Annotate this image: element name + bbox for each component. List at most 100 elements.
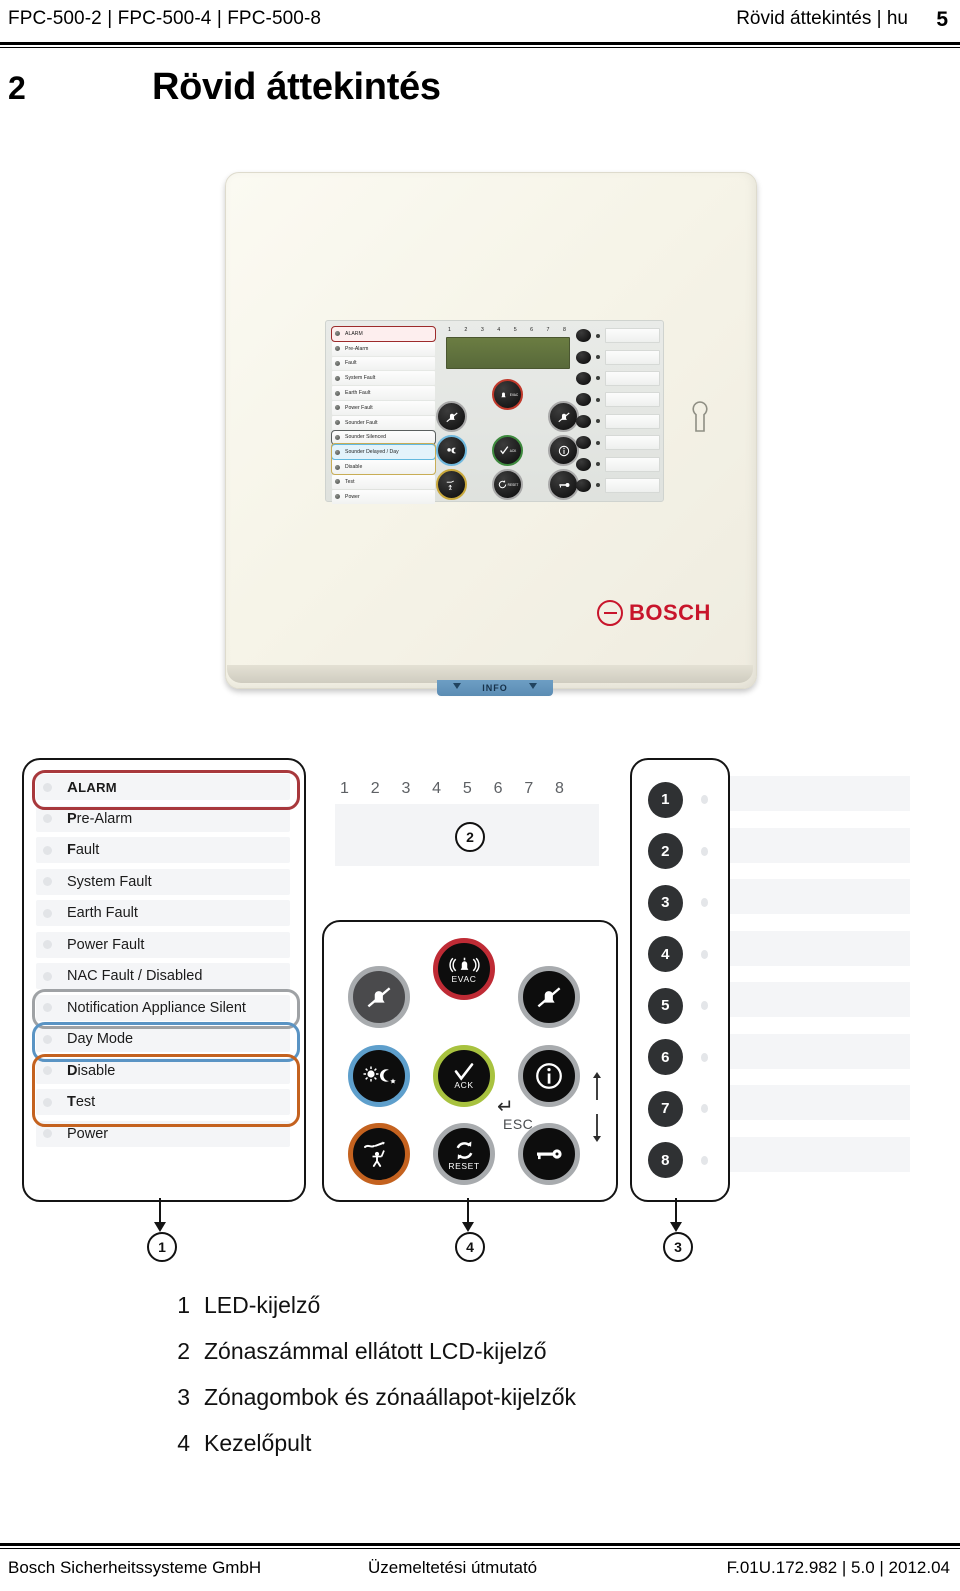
legend-number: 1 [177, 1291, 190, 1318]
photo-zone-row [576, 475, 660, 496]
photo-led-row: Sounder Silenced [331, 429, 436, 446]
photo-led-label: Sounder Silenced [345, 434, 387, 441]
photo-zone-row [576, 411, 660, 432]
callout-marker-3: 3 [663, 1232, 693, 1262]
photo-key-sounder-off [436, 401, 467, 432]
photo-key-day-night [436, 435, 467, 466]
header-product-models: FPC-500-2 | FPC-500-4 | FPC-500-8 [8, 8, 322, 29]
zone-button-6[interactable]: 6 [648, 1039, 683, 1076]
product-photo: ALARM Pre-Alarm Fault System Fault Earth… [205, 168, 765, 713]
photo-zone-row [576, 432, 660, 453]
footer-rule-thick [0, 1543, 960, 1546]
led-label: Earth Fault [67, 905, 138, 921]
check-icon [499, 446, 509, 455]
key-walk-test[interactable] [348, 1123, 410, 1185]
lcd-zone-number: 2 [370, 780, 380, 797]
legend-row: 3 Zónagombok és zónaállapot-kijelzők [0, 1374, 960, 1420]
led-label: Notification Appliance Silent [67, 999, 246, 1016]
photo-key-evac: EVAC [492, 379, 523, 410]
photo-led-row: Fault [332, 356, 435, 371]
led-row-fault: Fault [36, 837, 290, 863]
chapter-number: 2 [8, 70, 26, 106]
led-indicator-icon [43, 1003, 52, 1012]
lcd-zone-number: 1 [340, 780, 349, 797]
led-indicator-icon [43, 1034, 52, 1044]
key-day-night-mode[interactable] [348, 1045, 410, 1107]
zone-button-3[interactable]: 3 [648, 884, 683, 921]
key-caption: EVAC [451, 974, 477, 984]
photo-led-label: Pre-Alarm [345, 345, 369, 352]
test-person-icon [446, 480, 454, 490]
photo-key-caption: ACK [509, 448, 517, 453]
key-mute[interactable] [518, 966, 580, 1028]
photo-zone-label-strip [605, 349, 660, 365]
key-sounder-off[interactable] [348, 966, 410, 1028]
key-ack[interactable]: ACK [433, 1045, 495, 1107]
photo-zone-led-icon [596, 440, 600, 445]
photo-led-label: ALARM [345, 330, 363, 337]
day-night-icon [446, 447, 456, 454]
led-label: ALARM [67, 778, 117, 796]
led-indicator-icon [335, 331, 340, 337]
mute-icon [557, 411, 570, 422]
photo-zone-number: 3 [480, 327, 484, 333]
led-indicator-icon [43, 971, 52, 981]
led-row-notification-appliance-silent: Notification Appliance Silent [36, 994, 290, 1021]
lcd-zone-number-row: 1 2 3 4 5 6 7 8 [340, 780, 564, 798]
key-reset[interactable]: RESET [433, 1123, 495, 1185]
info-icon [558, 445, 569, 456]
led-indicator-icon [335, 494, 340, 500]
info-button-strip: INFO [437, 680, 553, 696]
zone-row: 6 [648, 1032, 708, 1084]
photo-zone-label-strip [605, 328, 660, 344]
photo-zone-button [576, 414, 591, 428]
photo-zone-led-icon [596, 333, 600, 338]
photo-zone-button [576, 371, 591, 385]
photo-zone-led-icon [596, 462, 600, 467]
zone-button-7[interactable]: 7 [648, 1090, 683, 1127]
led-label: System Fault [67, 873, 152, 890]
led-indicator-icon [43, 814, 52, 823]
zone-button-8[interactable]: 8 [648, 1142, 683, 1179]
zone-button-2[interactable]: 2 [648, 833, 683, 870]
zone-row: 4 [648, 929, 708, 981]
zone-button-5[interactable]: 5 [648, 987, 683, 1024]
photo-zone-label-strip [605, 456, 660, 472]
keyhole-icon [692, 401, 708, 432]
photo-zone-button [576, 350, 591, 364]
zone-button-1[interactable]: 1 [648, 781, 683, 818]
led-indicator-icon [335, 346, 340, 352]
key-info[interactable] [518, 1045, 580, 1107]
zone-status-led-icon [700, 1001, 708, 1011]
photo-key-info [548, 435, 579, 466]
legend-text: Zónagombok és zónaállapot-kijelzők [204, 1383, 577, 1410]
up-down-arrows-icon [593, 1072, 601, 1142]
photo-zone-label-strip [605, 392, 660, 408]
led-indicator-icon [335, 390, 340, 396]
key-evac[interactable]: EVAC [433, 938, 495, 1000]
key-access-lock[interactable] [518, 1123, 580, 1185]
led-indicator-icon [43, 845, 52, 855]
header-rule-thin [0, 47, 960, 48]
page-footer: Bosch Sicherheitssysteme GmbH Üzemelteté… [0, 1558, 960, 1584]
zone-button-4[interactable]: 4 [648, 936, 683, 973]
page-title: Rövid áttekintés [152, 66, 441, 108]
led-row-earth-fault: Earth Fault [36, 900, 290, 926]
led-indicator-icon [335, 479, 340, 485]
photo-zone-row [576, 368, 660, 389]
photo-key-caption: EVAC [509, 392, 519, 397]
led-indicator-icon [335, 420, 340, 426]
evac-bell-icon [448, 957, 480, 973]
photo-zone-row [576, 389, 660, 410]
led-row-day-mode: Day Mode [36, 1026, 290, 1052]
footer-document-id: F.01U.172.982 | 5.0 | 2012.04 [726, 1558, 950, 1577]
lcd-zone-number: 5 [462, 780, 472, 797]
arrow-head-3 [670, 1222, 682, 1232]
lcd-zone-number: 3 [401, 780, 411, 797]
legend-number: 3 [177, 1383, 190, 1410]
photo-led-list: ALARM Pre-Alarm Fault System Fault Earth… [331, 326, 436, 505]
led-row-power: Power [36, 1120, 290, 1147]
evac-bell-icon [501, 392, 506, 398]
chevron-down-icon [529, 683, 537, 689]
zone-label-strip [730, 1085, 910, 1120]
